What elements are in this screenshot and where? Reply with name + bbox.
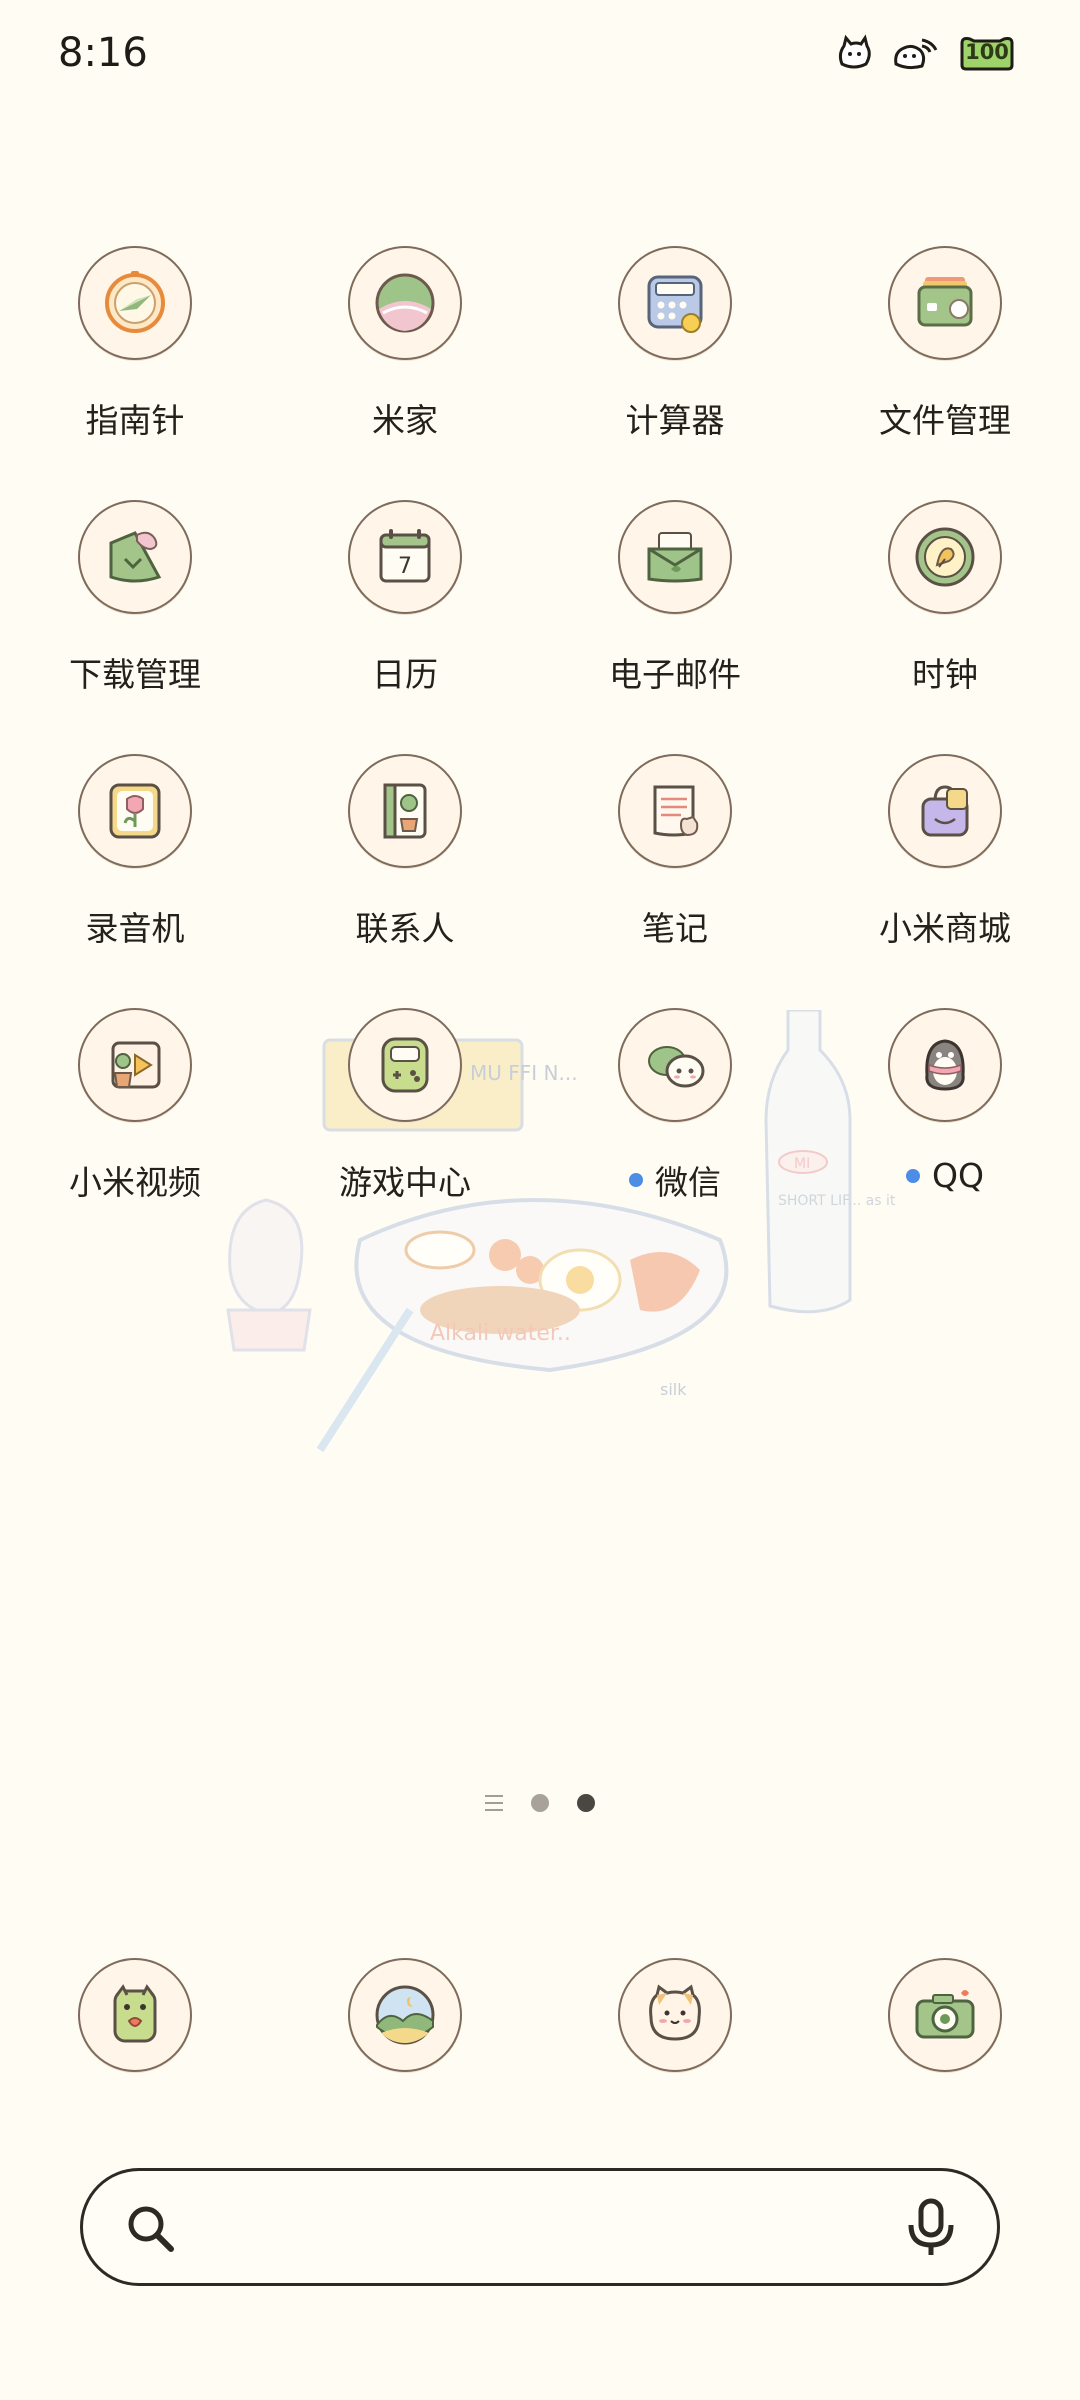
app-qq[interactable]: QQ bbox=[810, 1008, 1080, 1262]
video-icon[interactable] bbox=[78, 1008, 192, 1122]
status-icons: 100 bbox=[834, 34, 1016, 72]
gallery-landscape-icon[interactable] bbox=[348, 1958, 462, 2072]
search-icon[interactable] bbox=[123, 2201, 179, 2257]
app-mijia[interactable]: 米家 bbox=[270, 246, 540, 500]
app-recorder[interactable]: 录音机 bbox=[0, 754, 270, 1008]
app-label: 文件管理 bbox=[879, 401, 1011, 440]
app-label: 小米视频 bbox=[69, 1163, 201, 1202]
contacts-icon[interactable] bbox=[348, 754, 462, 868]
microphone-icon[interactable] bbox=[903, 2197, 959, 2259]
page-indicator[interactable] bbox=[0, 1794, 1080, 1812]
wallpaper-plate-text: Alkali water.. bbox=[430, 1321, 571, 1346]
wallpaper-sign-text: silk bbox=[660, 1380, 687, 1399]
app-game-center[interactable]: 游戏中心 bbox=[270, 1008, 540, 1262]
app-label: 笔记 bbox=[642, 909, 708, 948]
app-compass[interactable]: 指南针 bbox=[0, 246, 270, 500]
calculator-icon[interactable] bbox=[618, 246, 732, 360]
app-label: 时钟 bbox=[912, 655, 978, 694]
messages-cat-icon[interactable] bbox=[618, 1958, 732, 2072]
app-label: 录音机 bbox=[85, 909, 185, 948]
app-grid: 指南针 米家 计算器 文件管理 下载管理 7 日历 电子邮件 时钟 录音机 联系… bbox=[0, 246, 1080, 1262]
app-email[interactable]: 电子邮件 bbox=[540, 500, 810, 754]
app-row: 指南针 米家 计算器 文件管理 bbox=[0, 246, 1080, 500]
page-dot-1[interactable] bbox=[531, 1794, 549, 1812]
phone-frog-icon[interactable] bbox=[78, 1958, 192, 2072]
dock bbox=[0, 1958, 1080, 2072]
download-icon[interactable] bbox=[78, 500, 192, 614]
mijia-icon[interactable] bbox=[348, 246, 462, 360]
app-wechat[interactable]: 微信 bbox=[540, 1008, 810, 1262]
app-label: 米家 bbox=[372, 401, 438, 440]
dock-gallery[interactable] bbox=[270, 1958, 540, 2072]
recorder-icon[interactable] bbox=[78, 754, 192, 868]
status-time: 8:16 bbox=[58, 30, 148, 76]
page-dot-2-active[interactable] bbox=[577, 1794, 595, 1812]
envelope-icon[interactable] bbox=[618, 500, 732, 614]
app-label: 计算器 bbox=[625, 401, 725, 440]
folder-icon[interactable] bbox=[888, 246, 1002, 360]
qq-penguin-icon[interactable] bbox=[888, 1008, 1002, 1122]
app-clock[interactable]: 时钟 bbox=[810, 500, 1080, 754]
app-row: 录音机 联系人 笔记 小米商城 bbox=[0, 754, 1080, 1008]
camera-icon[interactable] bbox=[888, 1958, 1002, 2072]
clock-icon[interactable] bbox=[888, 500, 1002, 614]
app-mi-store[interactable]: 小米商城 bbox=[810, 754, 1080, 1008]
app-file-manager[interactable]: 文件管理 bbox=[810, 246, 1080, 500]
app-label: 日历 bbox=[372, 655, 438, 694]
app-label: QQ bbox=[906, 1156, 984, 1195]
app-row: 小米视频 游戏中心 微信 QQ bbox=[0, 1008, 1080, 1262]
app-label: 微信 bbox=[629, 1156, 721, 1204]
app-downloads[interactable]: 下载管理 bbox=[0, 500, 270, 754]
app-label: 游戏中心 bbox=[339, 1163, 471, 1202]
app-row: 下载管理 7 日历 电子邮件 时钟 bbox=[0, 500, 1080, 754]
notification-dot bbox=[629, 1173, 643, 1187]
battery-level: 100 bbox=[965, 40, 1009, 64]
app-calendar[interactable]: 7 日历 bbox=[270, 500, 540, 754]
dock-camera[interactable] bbox=[810, 1958, 1080, 2072]
shopping-bag-icon[interactable] bbox=[888, 754, 1002, 868]
app-label: 下载管理 bbox=[69, 655, 201, 694]
app-label: 联系人 bbox=[355, 909, 455, 948]
notes-icon[interactable] bbox=[618, 754, 732, 868]
signal-cat-icon bbox=[838, 34, 871, 69]
notification-dot bbox=[906, 1168, 921, 1183]
status-bar: 8:16 100 bbox=[0, 0, 1080, 120]
dock-phone[interactable] bbox=[0, 1958, 270, 2072]
app-drawer-menu-icon[interactable] bbox=[485, 1795, 503, 1811]
app-mi-video[interactable]: 小米视频 bbox=[0, 1008, 270, 1262]
app-label: 电子邮件 bbox=[609, 655, 741, 694]
app-label: 小米商城 bbox=[879, 909, 1011, 948]
battery-indicator: 100 bbox=[958, 35, 1016, 71]
dock-messages[interactable] bbox=[540, 1958, 810, 2072]
search-bar[interactable] bbox=[80, 2168, 1000, 2286]
app-calculator[interactable]: 计算器 bbox=[540, 246, 810, 500]
wechat-icon[interactable] bbox=[618, 1008, 732, 1122]
app-label: 指南针 bbox=[85, 401, 185, 440]
calendar-day: 7 bbox=[398, 554, 412, 579]
compass-icon[interactable] bbox=[78, 246, 192, 360]
calendar-icon[interactable]: 7 bbox=[348, 500, 462, 614]
app-notes[interactable]: 笔记 bbox=[540, 754, 810, 1008]
game-console-icon[interactable] bbox=[348, 1008, 462, 1122]
app-contacts[interactable]: 联系人 bbox=[270, 754, 540, 1008]
wifi-dog-icon bbox=[894, 38, 938, 70]
